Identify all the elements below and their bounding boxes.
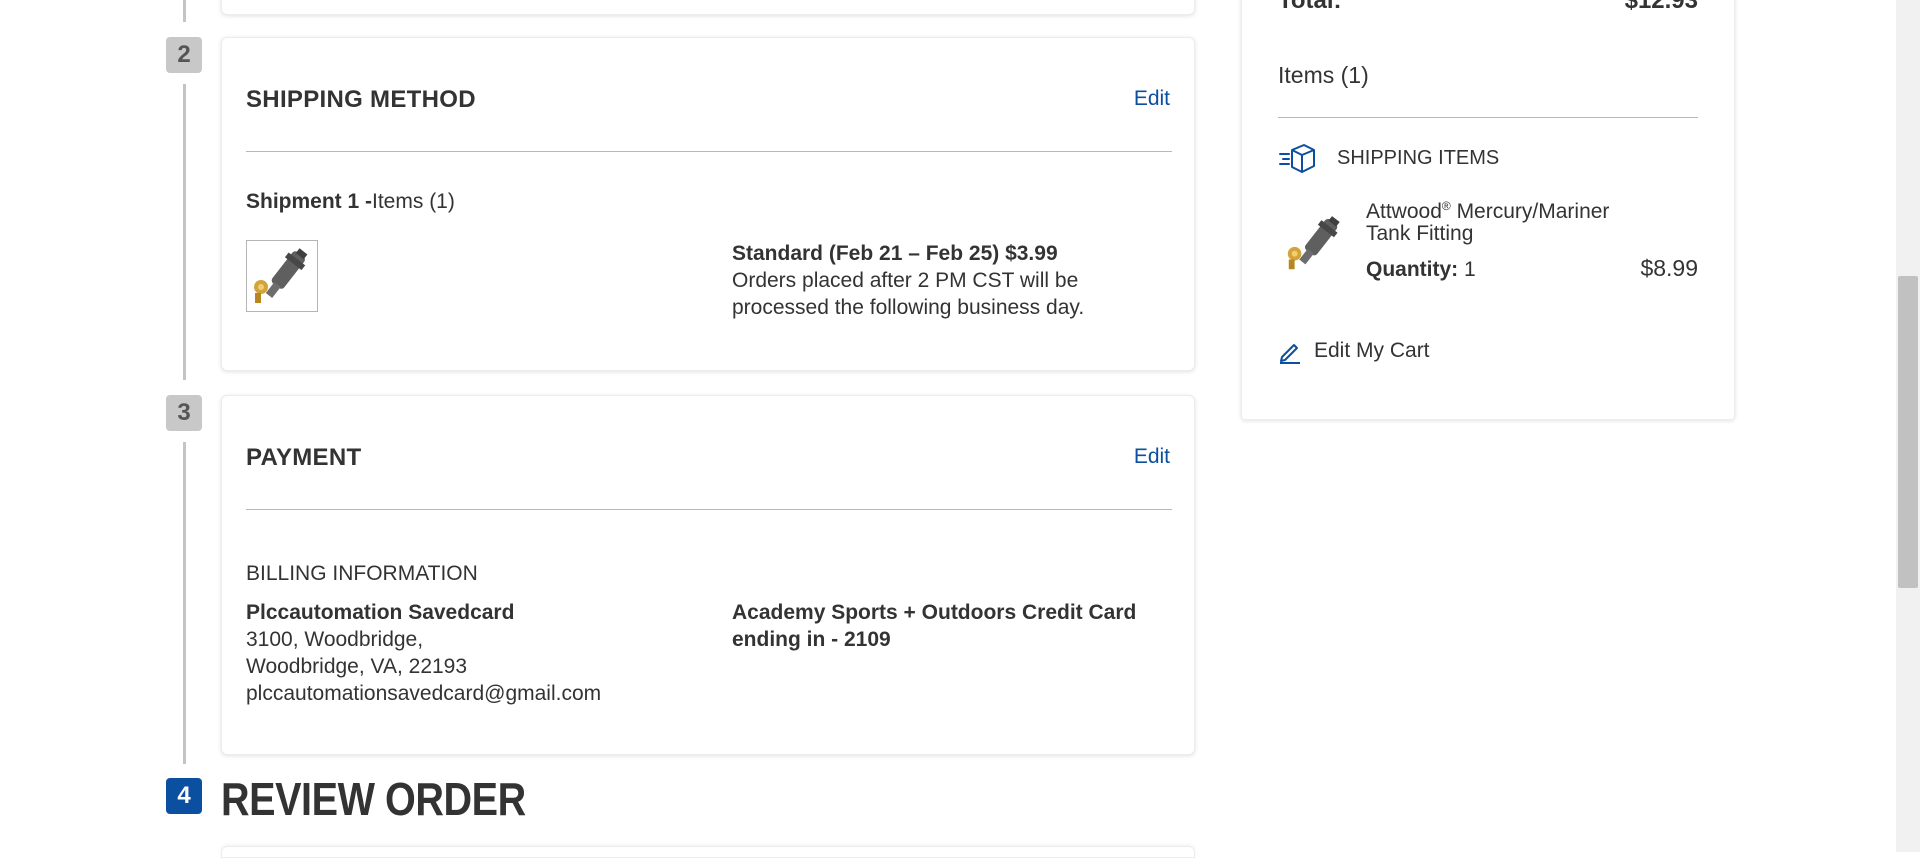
address-card — [221, 0, 1195, 15]
shipment-product-thumbnail — [246, 240, 318, 312]
shipping-method-divider — [246, 151, 1172, 152]
shipping-method-title: SHIPPING METHOD — [246, 86, 476, 113]
payment-edit-link[interactable]: Edit — [1134, 445, 1170, 469]
order-summary-panel: Total: $12.93 Items (1) SHIPPING ITEMS A… — [1241, 0, 1735, 420]
review-order-title: REVIEW ORDER — [221, 773, 526, 825]
step-badge-review: 4 — [166, 778, 202, 814]
summary-items-count: Items (1) — [1278, 62, 1369, 88]
payment-card-line1: Academy Sports + Outdoors Credit Card — [732, 601, 1137, 624]
billing-email: plccautomationsavedcard@gmail.com — [246, 682, 602, 705]
summary-product-image — [1278, 209, 1352, 282]
box-shipping-icon — [1278, 141, 1316, 180]
quantity-value: 1 — [1464, 258, 1476, 281]
shipment-items-count: Items (1) — [372, 190, 455, 213]
summary-product-name-line2: Tank Fitting — [1366, 222, 1474, 245]
summary-total-value: $12.93 — [1624, 0, 1698, 14]
payment-divider — [246, 509, 1172, 510]
billing-address-line1: 3100, Woodbridge, — [246, 628, 424, 651]
step-badge-shipping: 2 — [166, 37, 202, 73]
summary-product-price: $8.99 — [1640, 255, 1698, 281]
shipping-option-note-line1: Orders placed after 2 PM CST will be — [732, 269, 1079, 292]
payment-card: PAYMENT Edit BILLING INFORMATION Plccaut… — [221, 395, 1195, 755]
quantity-label: Quantity: — [1366, 258, 1459, 281]
shipment-label: Shipment 1 - — [246, 190, 373, 213]
summary-total-label: Total: — [1278, 0, 1342, 14]
summary-divider — [1278, 117, 1698, 118]
tank-fitting-product-image — [254, 248, 308, 303]
billing-name: Plccautomation Savedcard — [246, 601, 515, 624]
edit-my-cart-link[interactable]: Edit My Cart — [1314, 337, 1430, 364]
shipping-option-title: Standard (Feb 21 – Feb 25) $3.99 — [732, 242, 1058, 265]
timeline-line-top — [183, 0, 186, 22]
payment-card-line2: ending in - 2109 — [732, 628, 891, 651]
review-order-card — [221, 846, 1195, 858]
page-scrollbar-thumb[interactable] — [1898, 276, 1918, 588]
shipping-method-card: SHIPPING METHOD Edit Shipment 1 -Items (… — [221, 37, 1195, 371]
registered-mark: ® — [1441, 199, 1451, 213]
timeline-line-payment — [183, 442, 186, 764]
billing-address-line2: Woodbridge, VA, 22193 — [246, 655, 468, 678]
step-badge-payment: 3 — [166, 395, 202, 431]
product-name-rest: Mercury/Mariner — [1450, 200, 1610, 223]
page-scrollbar[interactable] — [1896, 0, 1920, 852]
summary-quantity: Quantity: 1 — [1366, 256, 1476, 283]
shipment-heading: Shipment 1 -Items (1) — [246, 188, 455, 215]
payment-title: PAYMENT — [246, 444, 362, 471]
timeline-line-shipping — [183, 84, 186, 380]
pencil-icon — [1278, 340, 1302, 369]
shipping-method-edit-link[interactable]: Edit — [1134, 87, 1170, 111]
shipping-items-heading: SHIPPING ITEMS — [1337, 147, 1500, 169]
shipping-option-note-line2: processed the following business day. — [732, 296, 1085, 319]
billing-information-heading: BILLING INFORMATION — [246, 562, 478, 585]
